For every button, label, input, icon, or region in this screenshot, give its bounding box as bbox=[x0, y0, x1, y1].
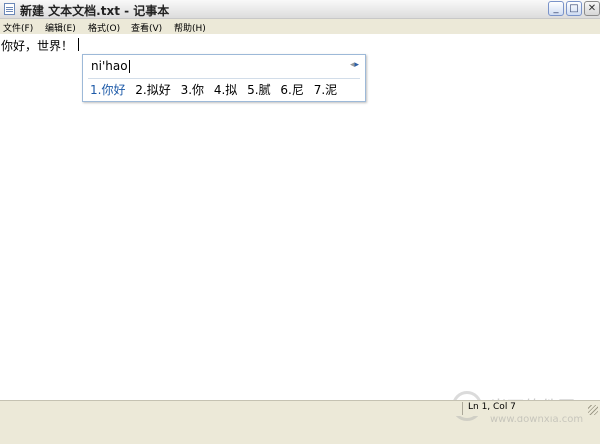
maximize-button[interactable]: □ bbox=[566, 1, 582, 16]
ime-caret bbox=[129, 60, 130, 73]
text-caret bbox=[78, 38, 79, 51]
menu-format[interactable]: 格式(O) bbox=[88, 21, 120, 34]
resize-grip-icon[interactable] bbox=[588, 405, 598, 415]
ime-candidate-selected[interactable]: 1.你好 bbox=[90, 81, 125, 98]
close-button[interactable]: ✕ bbox=[584, 1, 600, 16]
status-divider bbox=[462, 402, 463, 415]
cursor-position: Ln 1, Col 7 bbox=[468, 402, 516, 412]
menu-view[interactable]: 查看(V) bbox=[131, 21, 162, 34]
ime-candidate[interactable]: 6.尼 bbox=[280, 81, 303, 98]
title-bar[interactable]: 新建 文本文档.txt - 记事本 _ □ ✕ bbox=[0, 0, 600, 19]
status-bar: Ln 1, Col 7 bbox=[0, 400, 600, 416]
ime-candidate-window: ni'hao ◂▸ 1.你好 2.拟好 3.你 4.拟 5.腻 6.尼 7.泥 bbox=[82, 54, 366, 102]
editor-content: 你好，世界！ bbox=[1, 39, 74, 53]
ime-candidate[interactable]: 7.泥 bbox=[314, 81, 337, 98]
window-title: 新建 文本文档.txt - 记事本 bbox=[20, 4, 170, 18]
ime-candidate[interactable]: 4.拟 bbox=[214, 81, 237, 98]
ime-candidate-list: 1.你好 2.拟好 3.你 4.拟 5.腻 6.尼 7.泥 bbox=[90, 81, 343, 98]
menu-help[interactable]: 帮助(H) bbox=[174, 21, 206, 34]
minimize-button[interactable]: _ bbox=[548, 1, 564, 16]
notepad-icon bbox=[4, 3, 15, 15]
menu-bar: 文件(F) 编辑(E) 格式(O) 查看(V) 帮助(H) bbox=[0, 19, 600, 34]
ime-candidate[interactable]: 2.拟好 bbox=[135, 81, 170, 98]
ime-next-page-icon[interactable]: ▸ bbox=[354, 60, 359, 70]
ime-candidate[interactable]: 5.腻 bbox=[247, 81, 270, 98]
ime-composition: ni'hao bbox=[91, 59, 128, 73]
menu-edit[interactable]: 编辑(E) bbox=[45, 21, 76, 34]
ime-page-arrows: ◂▸ bbox=[350, 60, 359, 70]
watermark: 当下软件园 www.downxia.com bbox=[450, 389, 600, 444]
ime-divider bbox=[88, 78, 360, 79]
menu-file[interactable]: 文件(F) bbox=[3, 21, 33, 34]
ime-candidate[interactable]: 3.你 bbox=[181, 81, 204, 98]
